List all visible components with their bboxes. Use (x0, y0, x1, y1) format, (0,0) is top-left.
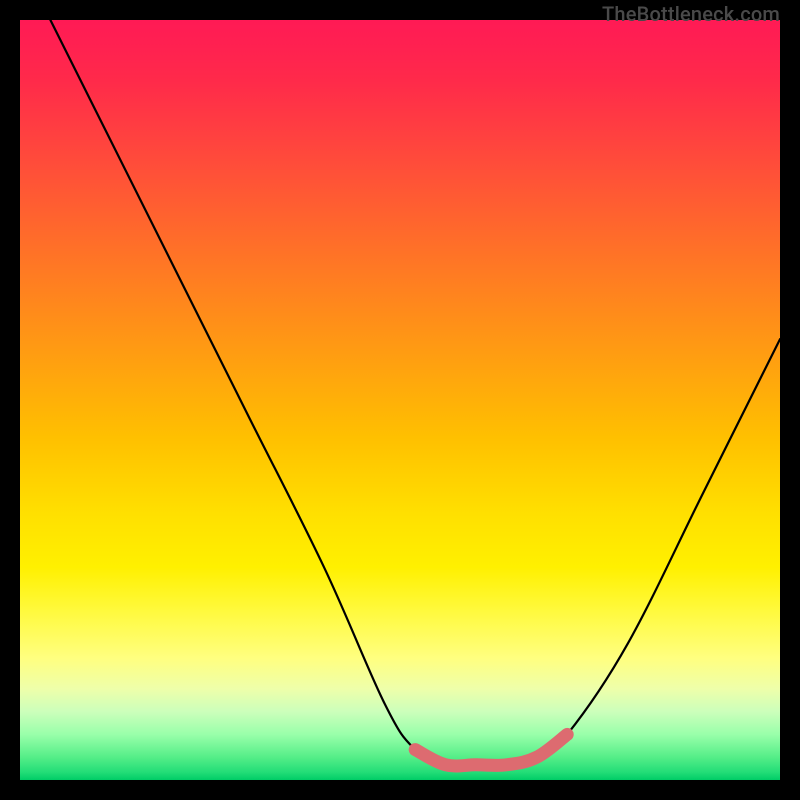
watermark-text: TheBottleneck.com (602, 2, 780, 26)
plot-area (20, 20, 780, 780)
chart-container: TheBottleneck.com (0, 0, 800, 800)
bottleneck-curve-line (50, 20, 780, 766)
highlight-band (415, 734, 567, 766)
curve-svg (20, 20, 780, 780)
